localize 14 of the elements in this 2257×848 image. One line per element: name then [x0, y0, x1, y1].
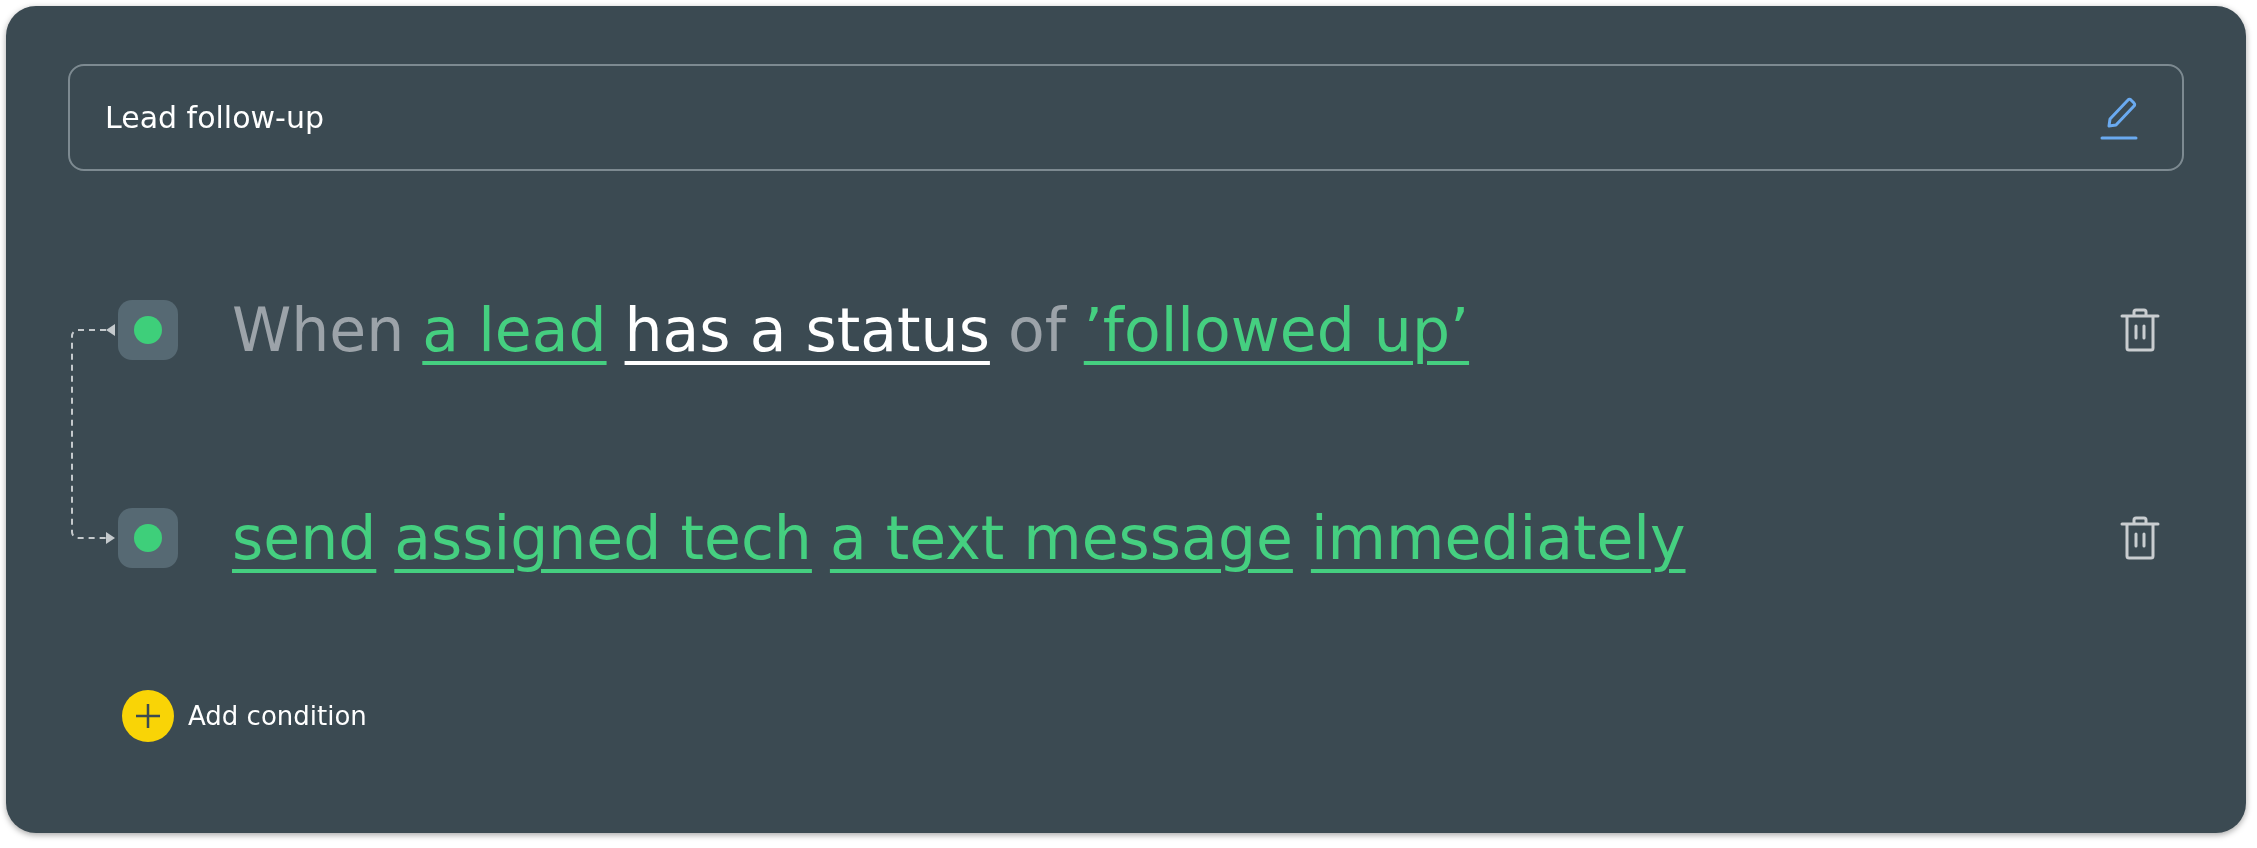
rule-text: of: [1007, 300, 1066, 360]
rule-text: When: [232, 300, 405, 360]
pencil-icon[interactable]: [2100, 95, 2138, 140]
step-marker[interactable]: [118, 508, 178, 568]
trash-icon[interactable]: [2120, 308, 2160, 352]
rule-link[interactable]: a lead: [422, 300, 607, 360]
rule-field-link[interactable]: has a status: [624, 300, 990, 360]
rule-link[interactable]: send: [232, 508, 377, 568]
add-condition-button[interactable]: Add condition: [122, 690, 367, 742]
plus-icon: [122, 690, 174, 742]
step-marker[interactable]: [118, 300, 178, 360]
title-text: Lead follow-up: [105, 99, 324, 137]
trash-icon[interactable]: [2120, 516, 2160, 560]
title-field[interactable]: Lead follow-up: [68, 64, 2184, 171]
